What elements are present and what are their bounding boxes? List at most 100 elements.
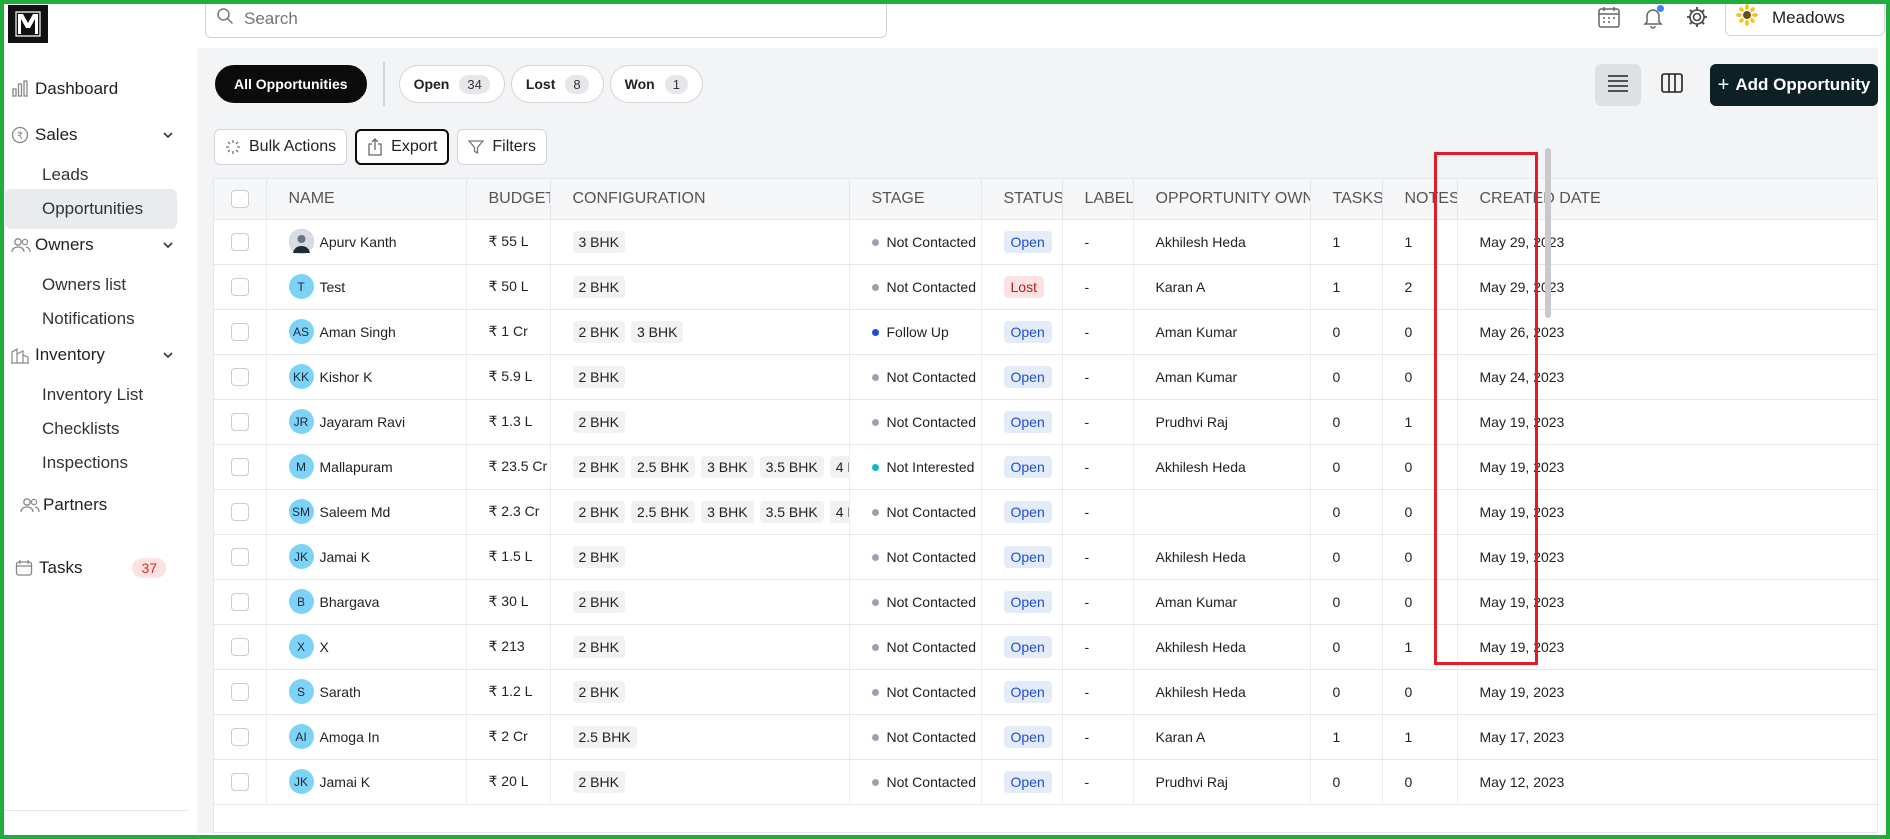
opportunity-name[interactable]: Kishor K bbox=[320, 369, 373, 385]
column-header[interactable]: CREATED DATE bbox=[1457, 179, 1877, 220]
list-icon bbox=[1607, 74, 1629, 97]
search-input[interactable] bbox=[244, 8, 844, 29]
opportunity-name[interactable]: X bbox=[320, 639, 329, 655]
sidebar-item-notifications[interactable]: Notifications bbox=[5, 299, 177, 339]
opportunity-name[interactable]: Mallapuram bbox=[320, 459, 393, 475]
avatar: S bbox=[288, 679, 314, 704]
status-badge: Open bbox=[1003, 635, 1052, 658]
row-checkbox[interactable] bbox=[230, 367, 249, 386]
created-date-cell: May 24, 2023 bbox=[1457, 354, 1877, 400]
select-all-checkbox[interactable] bbox=[230, 189, 249, 208]
search-bar[interactable] bbox=[205, 0, 887, 38]
calendar-icon[interactable] bbox=[1596, 4, 1622, 30]
opportunity-name[interactable]: Jamai K bbox=[320, 549, 371, 565]
configuration-tag: 2 BHK bbox=[572, 365, 625, 388]
sidebar-item-dashboard[interactable]: Dashboard bbox=[5, 69, 187, 109]
sidebar-item-label: Tasks bbox=[39, 558, 83, 577]
row-checkbox[interactable] bbox=[230, 592, 249, 611]
row-checkbox[interactable] bbox=[230, 277, 249, 296]
building-icon bbox=[5, 346, 35, 364]
opportunity-name[interactable]: Test bbox=[320, 279, 346, 295]
opportunity-name[interactable]: Apurv Kanth bbox=[320, 234, 397, 250]
chevron-down-icon[interactable] bbox=[161, 237, 175, 257]
status-cell: Open bbox=[981, 444, 1063, 490]
row-checkbox[interactable] bbox=[230, 457, 249, 476]
row-checkbox[interactable] bbox=[230, 322, 249, 341]
table-row[interactable]: B Bhargava ₹ 30 L 2 BHK Not Contacted Ope… bbox=[214, 579, 1877, 625]
column-header[interactable]: OPPORTUNITY OWNER bbox=[1133, 179, 1311, 220]
export-button[interactable]: Export bbox=[355, 129, 450, 165]
column-header[interactable]: BUDGET bbox=[466, 179, 551, 220]
name-cell: JK Jamai K bbox=[266, 759, 467, 805]
opportunity-name[interactable]: Sarath bbox=[320, 684, 361, 700]
row-checkbox[interactable] bbox=[230, 232, 249, 251]
sidebar-item-owners[interactable]: Owners bbox=[5, 225, 187, 265]
table-row[interactable]: JK Jamai K ₹ 1.5 L 2 BHK Not Contacted Op… bbox=[214, 534, 1877, 580]
column-header[interactable]: STAGE bbox=[849, 179, 982, 220]
created-date-cell: May 19, 2023 bbox=[1457, 534, 1877, 580]
table-row[interactable]: T Test ₹ 50 L 2 BHK Not Contacted Lost - … bbox=[214, 264, 1877, 310]
row-checkbox[interactable] bbox=[230, 502, 249, 521]
column-header[interactable]: NOTES bbox=[1382, 179, 1458, 220]
chevron-down-icon[interactable] bbox=[161, 127, 175, 147]
opportunity-name[interactable]: Aman Singh bbox=[320, 324, 396, 340]
label-cell: - bbox=[1062, 579, 1134, 625]
column-header[interactable]: LABEL bbox=[1062, 179, 1134, 220]
add-opportunity-button[interactable]: + Add Opportunity bbox=[1710, 64, 1878, 106]
opportunity-name[interactable]: Amoga In bbox=[320, 729, 380, 745]
row-checkbox[interactable] bbox=[230, 727, 249, 746]
column-header[interactable]: NAME bbox=[266, 179, 467, 220]
configuration-tag: 2.5 BHK bbox=[630, 500, 696, 523]
budget-cell: ₹ 1.5 L bbox=[466, 534, 551, 580]
opportunities-table: NAME BUDGET CONFIGURATION STAGE STATUS L… bbox=[213, 178, 1878, 833]
column-header[interactable]: TASKS bbox=[1310, 179, 1383, 220]
app-logo-icon[interactable] bbox=[8, 5, 48, 43]
row-checkbox[interactable] bbox=[230, 682, 249, 701]
list-view-button[interactable] bbox=[1595, 64, 1641, 106]
tab-lost[interactable]: Lost 8 bbox=[510, 65, 604, 103]
tab-won[interactable]: Won 1 bbox=[609, 65, 703, 103]
table-row[interactable]: AS Aman Singh ₹ 1 Cr 2 BHK 3 BHK Follow Up… bbox=[214, 309, 1877, 355]
row-checkbox[interactable] bbox=[230, 772, 249, 791]
budget-cell: ₹ 20 L bbox=[466, 759, 551, 805]
table-scrollbar[interactable] bbox=[1545, 148, 1551, 318]
table-row[interactable]: JK Jamai K ₹ 20 L 2 BHK Not Contacted Ope… bbox=[214, 759, 1877, 805]
sidebar-item-opportunities[interactable]: Opportunities bbox=[5, 189, 177, 229]
stage-cell: Not Interested bbox=[849, 444, 982, 490]
bell-icon[interactable] bbox=[1640, 4, 1666, 30]
owner-cell: Akhilesh Heda bbox=[1133, 669, 1311, 715]
tab-open[interactable]: Open 34 bbox=[398, 65, 505, 103]
table-row[interactable]: M Mallapuram ₹ 23.5 Cr 2 BHK 2.5 BHK 3 BHK 3… bbox=[214, 444, 1877, 490]
user-menu-button[interactable]: Meadows bbox=[1725, 0, 1885, 36]
opportunity-name[interactable]: Jayaram Ravi bbox=[320, 414, 406, 430]
sidebar-item-sales[interactable]: ₹ Sales bbox=[5, 115, 187, 155]
tab-divider bbox=[382, 62, 385, 106]
row-checkbox[interactable] bbox=[230, 412, 249, 431]
sidebar-item-partners[interactable]: Partners bbox=[5, 485, 187, 525]
row-checkbox[interactable] bbox=[230, 547, 249, 566]
table-row[interactable]: Apurv Kanth ₹ 55 L 3 BHK Not Contacted O… bbox=[214, 219, 1877, 265]
board-view-button[interactable] bbox=[1649, 64, 1695, 106]
table-row[interactable]: JR Jayaram Ravi ₹ 1.3 L 2 BHK Not Contact… bbox=[214, 399, 1877, 445]
sidebar-item-tasks[interactable]: Tasks 37 bbox=[5, 548, 187, 588]
column-header[interactable]: STATUS bbox=[981, 179, 1063, 220]
sidebar-item-inventory[interactable]: Inventory bbox=[5, 335, 187, 375]
configuration-cell: 2 BHK bbox=[550, 354, 850, 400]
table-row[interactable]: AI Amoga In ₹ 2 Cr 2.5 BHK Not Contacted … bbox=[214, 714, 1877, 760]
row-checkbox[interactable] bbox=[230, 637, 249, 656]
tab-all-opportunities[interactable]: All Opportunities bbox=[215, 65, 367, 103]
column-header[interactable]: CONFIGURATION bbox=[550, 179, 850, 220]
table-row[interactable]: KK Kishor K ₹ 5.9 L 2 BHK Not Contacted O… bbox=[214, 354, 1877, 400]
opportunity-name[interactable]: Saleem Md bbox=[320, 504, 391, 520]
table-row[interactable]: XX ₹ 213 2 BHK Not Contacted Open - Akhi… bbox=[214, 624, 1877, 670]
opportunity-name[interactable]: Jamai K bbox=[320, 774, 371, 790]
filters-button[interactable]: Filters bbox=[457, 129, 547, 165]
sidebar-item-inspections[interactable]: Inspections bbox=[5, 443, 177, 483]
chevron-down-icon[interactable] bbox=[161, 347, 175, 367]
gear-icon[interactable] bbox=[1684, 4, 1710, 30]
opportunity-name[interactable]: Bhargava bbox=[320, 594, 380, 610]
table-row[interactable]: S Sarath ₹ 1.2 L 2 BHK Not Contacted Open… bbox=[214, 669, 1877, 715]
table-row[interactable]: SM Saleem Md ₹ 2.3 Cr 2 BHK 2.5 BHK 3 BHK 3.… bbox=[214, 489, 1877, 535]
bulk-actions-button[interactable]: Bulk Actions bbox=[214, 129, 348, 165]
search-icon bbox=[216, 7, 234, 30]
